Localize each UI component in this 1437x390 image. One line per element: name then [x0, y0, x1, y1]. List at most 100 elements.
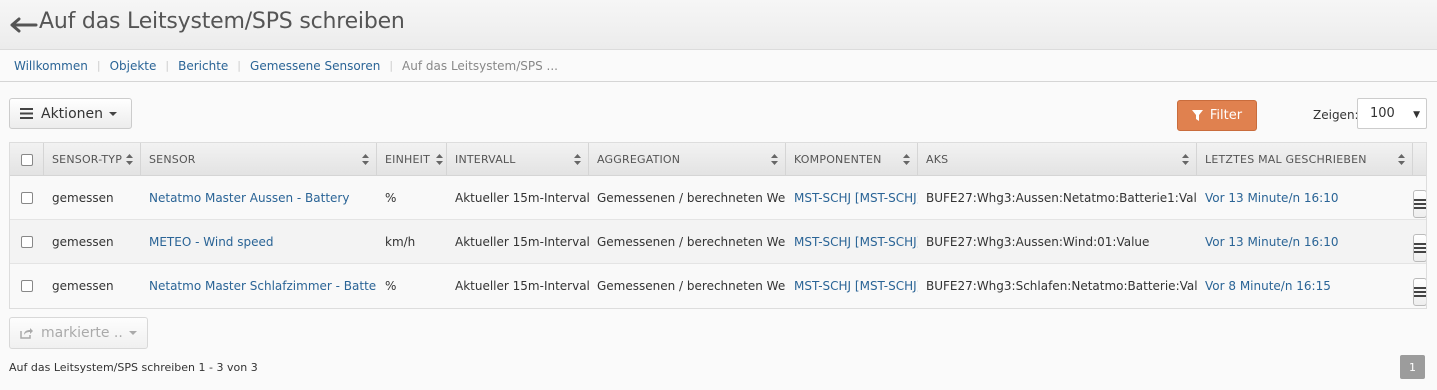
bulk-action-label: markierte .. [41, 325, 123, 341]
page-size-select[interactable]: 100 ▼ [1357, 98, 1427, 129]
sort-icon [126, 154, 133, 165]
cell-komponenten-link[interactable]: MST-SCHJ [MST-SCHJ] [786, 264, 918, 308]
hamburger-icon [1413, 199, 1426, 209]
cell-komponenten-link[interactable]: MST-SCHJ [MST-SCHJ] [786, 220, 918, 264]
column-header-letztes-mal-geschrieben[interactable]: LETZTES MAL GESCHRIEBEN [1197, 143, 1413, 176]
cell-sensor-link[interactable]: METEO - Wind speed [141, 220, 377, 264]
chevron-down-icon [109, 111, 117, 116]
filter-icon [1191, 110, 1203, 121]
cell-einheit: km/h [385, 235, 416, 249]
table-row: gemessen METEO - Wind speed km/h Aktuell… [10, 220, 1426, 264]
column-label: LETZTES MAL GESCHRIEBEN [1205, 153, 1367, 166]
row-menu-button[interactable] [1413, 190, 1426, 218]
row-actions-cell [1413, 220, 1426, 264]
column-label: SENSOR [149, 153, 196, 166]
table-header: SENSOR-TYP SENSOR EINHEIT INTERVALL AGGR… [10, 143, 1426, 176]
column-header-komponenten[interactable]: KOMPONENTEN [786, 143, 918, 176]
cell-intervall: Aktueller 15m-Intervall [455, 191, 589, 205]
back-arrow-icon[interactable] [10, 13, 38, 37]
sort-icon [1398, 154, 1405, 165]
row-menu-button[interactable] [1413, 234, 1426, 262]
breadcrumb-berichte[interactable]: Berichte [178, 59, 228, 73]
column-header-einheit[interactable]: EINHEIT [377, 143, 447, 176]
hamburger-icon [20, 108, 33, 119]
cell-sensor-link[interactable]: Netatmo Master Schlafzimmer - Battery [141, 264, 377, 308]
cell-aks: BUFE27:Whg3:Schlafen:Netatmo:Batterie:Va… [926, 279, 1197, 293]
bulk-action-button[interactable]: markierte .. [9, 317, 148, 349]
breadcrumb-gemessene-sensoren[interactable]: Gemessene Sensoren [250, 59, 380, 73]
column-header-sensor-typ[interactable]: SENSOR-TYP [44, 143, 141, 176]
column-label: AKS [926, 153, 949, 166]
column-header-sensor[interactable]: SENSOR [141, 143, 377, 176]
cell-intervall: Aktueller 15m-Intervall [455, 235, 589, 249]
row-select-cell [10, 176, 44, 220]
row-select-cell [10, 264, 44, 308]
breadcrumb: Willkommen | Objekte | Berichte | Gemess… [0, 50, 1437, 82]
cell-sensor-link[interactable]: Netatmo Master Aussen - Battery [141, 176, 377, 220]
table-row: gemessen Netatmo Master Aussen - Battery… [10, 176, 1426, 220]
row-menu-button[interactable] [1413, 278, 1426, 306]
row-actions-cell [1413, 176, 1426, 220]
hamburger-icon [1413, 243, 1426, 253]
column-header-aks[interactable]: AKS [918, 143, 1197, 176]
share-icon [20, 328, 33, 339]
cell-aggregation: Gemessenen / berechneten Wert [597, 279, 786, 293]
cell-letztes-link[interactable]: Vor 13 Minute/n 16:10 [1197, 176, 1413, 220]
breadcrumb-separator: | [96, 59, 101, 72]
cell-einheit: % [385, 279, 397, 293]
column-label: INTERVALL [455, 153, 516, 166]
cell-aks: BUFE27:Whg3:Aussen:Netatmo:Batterie1:Val… [926, 191, 1197, 205]
column-label: AGGREGATION [597, 153, 681, 166]
cell-letztes-link[interactable]: Vor 13 Minute/n 16:10 [1197, 220, 1413, 264]
sort-icon [362, 154, 369, 165]
hamburger-icon [1413, 287, 1426, 297]
sort-icon [903, 154, 910, 165]
results-summary: Auf das Leitsystem/SPS schreiben 1 - 3 v… [9, 361, 258, 374]
column-header-actions [1413, 143, 1426, 176]
sensor-table: SENSOR-TYP SENSOR EINHEIT INTERVALL AGGR… [9, 142, 1427, 309]
pagination-page-1[interactable]: 1 [1400, 355, 1425, 379]
breadcrumb-current: Auf das Leitsystem/SPS ... [402, 58, 558, 73]
column-header-aggregation[interactable]: AGGREGATION [589, 143, 786, 176]
actions-button[interactable]: Aktionen [9, 98, 132, 129]
show-label: Zeigen: [1313, 108, 1359, 122]
breadcrumb-separator: | [237, 59, 242, 72]
row-checkbox[interactable] [21, 236, 33, 248]
cell-aggregation: Gemessenen / berechneten Wert [597, 191, 786, 205]
cell-letztes-link[interactable]: Vor 8 Minute/n 16:15 [1197, 264, 1413, 308]
breadcrumb-separator: | [389, 59, 394, 72]
column-label: SENSOR-TYP [52, 153, 123, 166]
sort-icon [1182, 154, 1189, 165]
actions-label: Aktionen [41, 105, 103, 122]
cell-sensor-typ: gemessen [52, 235, 114, 249]
chevron-down-icon [128, 331, 137, 335]
main-content: Aktionen Filter Zeigen: 100 ▼ SENSOR-TYP… [0, 82, 1437, 390]
sort-icon [574, 154, 581, 165]
cell-sensor-typ: gemessen [52, 279, 114, 293]
cell-komponenten-link[interactable]: MST-SCHJ [MST-SCHJ] [786, 176, 918, 220]
breadcrumb-objekte[interactable]: Objekte [110, 59, 157, 73]
filter-label: Filter [1209, 108, 1243, 123]
select-all-checkbox[interactable] [20, 153, 33, 166]
column-header-intervall[interactable]: INTERVALL [447, 143, 589, 176]
page-size-value: 100 [1370, 106, 1395, 121]
cell-aggregation: Gemessenen / berechneten Wert [597, 235, 786, 249]
row-checkbox[interactable] [21, 280, 33, 292]
cell-intervall: Aktueller 15m-Intervall [455, 279, 589, 293]
table-row: gemessen Netatmo Master Schlafzimmer - B… [10, 264, 1426, 308]
chevron-down-icon: ▼ [1413, 110, 1420, 120]
select-all-cell [10, 143, 44, 176]
row-checkbox[interactable] [21, 192, 33, 204]
cell-einheit: % [385, 191, 397, 205]
page-header: Auf das Leitsystem/SPS schreiben [0, 0, 1437, 50]
row-select-cell [10, 220, 44, 264]
cell-sensor-typ: gemessen [52, 191, 114, 205]
filter-button[interactable]: Filter [1177, 100, 1257, 131]
column-label: EINHEIT [385, 153, 431, 166]
page-title: Auf das Leitsystem/SPS schreiben [39, 9, 405, 34]
row-actions-cell [1413, 264, 1426, 308]
breadcrumb-willkommen[interactable]: Willkommen [14, 59, 88, 73]
sort-icon [436, 154, 443, 165]
sort-icon [771, 154, 778, 165]
column-label: KOMPONENTEN [794, 153, 882, 166]
